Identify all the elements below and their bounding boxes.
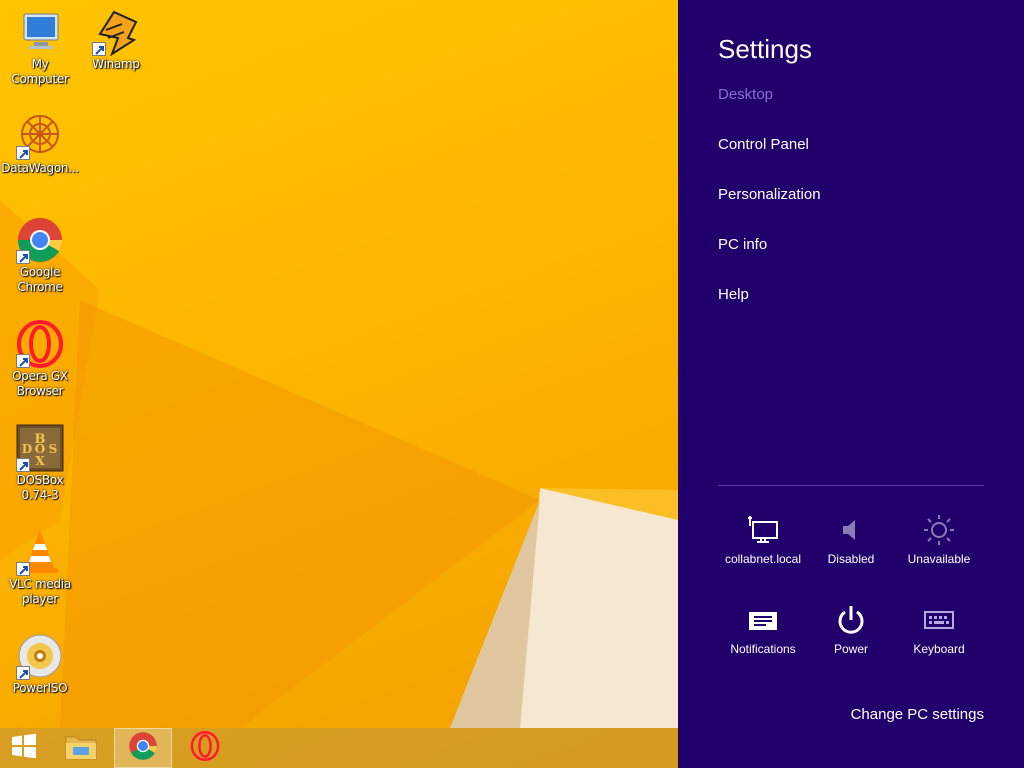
change-pc-settings-link[interactable]: Change PC settings xyxy=(851,706,984,723)
settings-charm-panel: Settings Desktop Control Panel Personali… xyxy=(678,0,1024,768)
brightness-tile[interactable]: Unavailable xyxy=(895,514,983,566)
my-computer-icon xyxy=(16,8,64,56)
control-panel-link[interactable]: Control Panel xyxy=(718,136,809,153)
poweriso-icon xyxy=(16,632,64,680)
pc-info-link[interactable]: PC info xyxy=(718,236,767,253)
desktop-icon-winamp[interactable]: Winamp xyxy=(78,8,154,72)
settings-title: Settings xyxy=(718,34,812,64)
desktop-icon-poweriso[interactable]: PowerISO xyxy=(2,632,78,696)
wallpaper-shapes xyxy=(0,200,678,728)
desktop-icon-label: Opera GX Browser xyxy=(12,369,68,398)
desktop-icon-label: DataWagon... xyxy=(1,161,79,175)
start-windows-icon xyxy=(11,733,37,764)
desktop-icon-datawagon[interactable]: DataWagon... xyxy=(1,112,79,176)
datawagon-icon xyxy=(16,112,64,160)
opera-gx-icon xyxy=(190,730,220,766)
keyboard-tile[interactable]: Keyboard xyxy=(895,604,983,656)
svg-text:X: X xyxy=(35,454,45,468)
taskbar xyxy=(0,728,678,768)
volume-label: Disabled xyxy=(827,552,875,566)
desktop-icon-opera-gx[interactable]: Opera GX Browser xyxy=(2,320,78,399)
power-label: Power xyxy=(833,642,868,656)
desktop-icon-google-chrome[interactable]: Google Chrome xyxy=(2,216,78,295)
taskbar-opera-gx[interactable] xyxy=(180,728,230,768)
settings-context-label: Desktop xyxy=(718,86,774,103)
svg-text:S: S xyxy=(49,442,58,456)
taskbar-chrome[interactable] xyxy=(114,728,172,768)
notifications-icon xyxy=(747,604,779,636)
brightness-label: Unavailable xyxy=(907,552,971,566)
dosbox-icon: B D O S X xyxy=(16,424,64,472)
taskbar-file-explorer[interactable] xyxy=(56,728,106,768)
svg-text:D: D xyxy=(22,442,32,456)
desktop-icon-my-computer[interactable]: My Computer xyxy=(2,8,78,87)
power-tile[interactable]: Power xyxy=(807,604,895,656)
desktop-icon-dosbox[interactable]: B D O S X DOSBox 0.74-3 xyxy=(2,424,78,503)
keyboard-label: Keyboard xyxy=(913,642,965,656)
chrome-icon xyxy=(16,216,64,264)
winamp-icon xyxy=(92,8,140,56)
personalization-link[interactable]: Personalization xyxy=(718,186,821,203)
brightness-icon xyxy=(923,514,955,546)
help-link[interactable]: Help xyxy=(718,286,749,303)
vlc-icon xyxy=(16,528,64,576)
desktop-icon-label: My Computer xyxy=(11,57,69,86)
power-icon xyxy=(835,604,867,636)
network-icon xyxy=(747,514,779,546)
start-button[interactable] xyxy=(0,728,48,768)
desktop-icon-label: Google Chrome xyxy=(17,265,63,294)
desktop-icon-label: Winamp xyxy=(92,57,140,71)
notifications-tile[interactable]: Notifications xyxy=(719,604,807,656)
desktop-icon-vlc[interactable]: VLC media player xyxy=(2,528,78,607)
volume-icon xyxy=(835,514,867,546)
network-label: collabnet.local xyxy=(724,552,802,566)
volume-tile[interactable]: Disabled xyxy=(807,514,895,566)
chrome-icon xyxy=(128,731,158,766)
desktop-icon-label: DOSBox 0.74-3 xyxy=(16,473,64,502)
desktop-icon-label: VLC media player xyxy=(9,577,71,606)
keyboard-icon xyxy=(923,604,955,636)
network-tile[interactable]: collabnet.local xyxy=(719,514,807,566)
opera-gx-icon xyxy=(16,320,64,368)
file-explorer-icon xyxy=(64,731,98,766)
notifications-label: Notifications xyxy=(730,642,796,656)
desktop-icon-label: PowerISO xyxy=(12,681,68,695)
settings-divider xyxy=(718,485,984,486)
